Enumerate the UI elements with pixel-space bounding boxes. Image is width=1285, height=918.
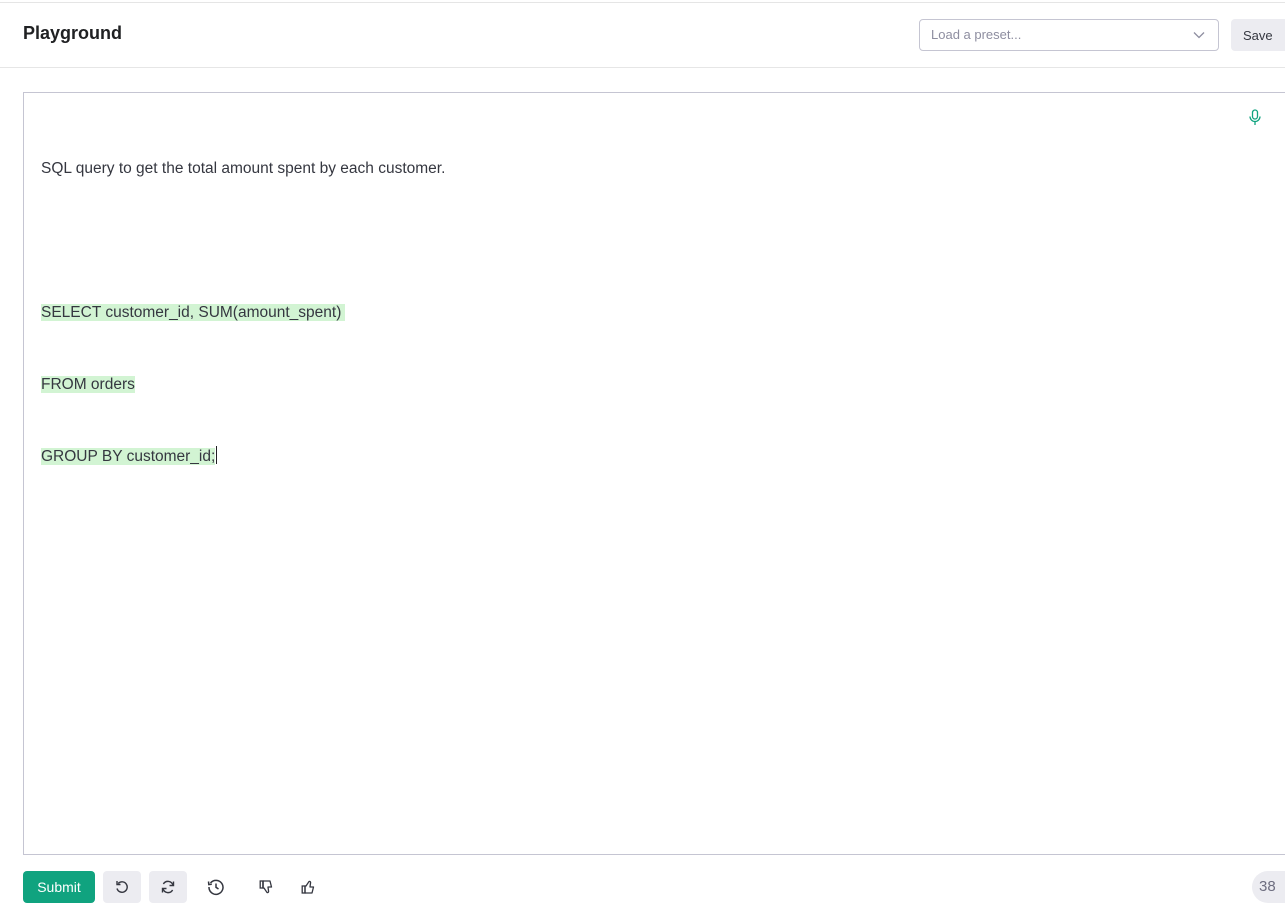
- submit-button[interactable]: Submit: [23, 871, 95, 903]
- header-bar: Playground Load a preset... Save: [0, 3, 1285, 68]
- thumbs-up-icon: [301, 880, 315, 894]
- text-cursor: [216, 446, 218, 464]
- editor-content: SQL query to get the total amount spent …: [41, 109, 445, 517]
- completion-line: FROM orders: [41, 376, 135, 393]
- page-title: Playground: [23, 23, 123, 43]
- save-button[interactable]: Save: [1231, 19, 1285, 51]
- history-icon: [207, 879, 224, 896]
- completion-line: GROUP BY customer_id;: [41, 448, 216, 465]
- thumbs-up-button[interactable]: [292, 871, 324, 903]
- completion-line: SELECT customer_id, SUM(amount_spent): [41, 304, 346, 321]
- token-count: 38: [1252, 871, 1285, 903]
- undo-icon: [116, 881, 128, 893]
- microphone-icon[interactable]: [1247, 109, 1263, 127]
- prompt-line: SQL query to get the total amount spent …: [41, 160, 446, 177]
- preset-placeholder: Load a preset...: [931, 27, 1022, 42]
- preset-select[interactable]: Load a preset...: [919, 19, 1219, 51]
- thumbs-down-icon: [259, 880, 273, 894]
- regenerate-icon: [161, 880, 175, 894]
- thumbs-down-button[interactable]: [250, 871, 282, 903]
- undo-button[interactable]: [103, 871, 141, 903]
- history-button[interactable]: [200, 871, 232, 903]
- prompt-editor[interactable]: SQL query to get the total amount spent …: [23, 92, 1285, 855]
- regenerate-button[interactable]: [149, 871, 187, 903]
- chevron-down-icon: [1193, 32, 1205, 39]
